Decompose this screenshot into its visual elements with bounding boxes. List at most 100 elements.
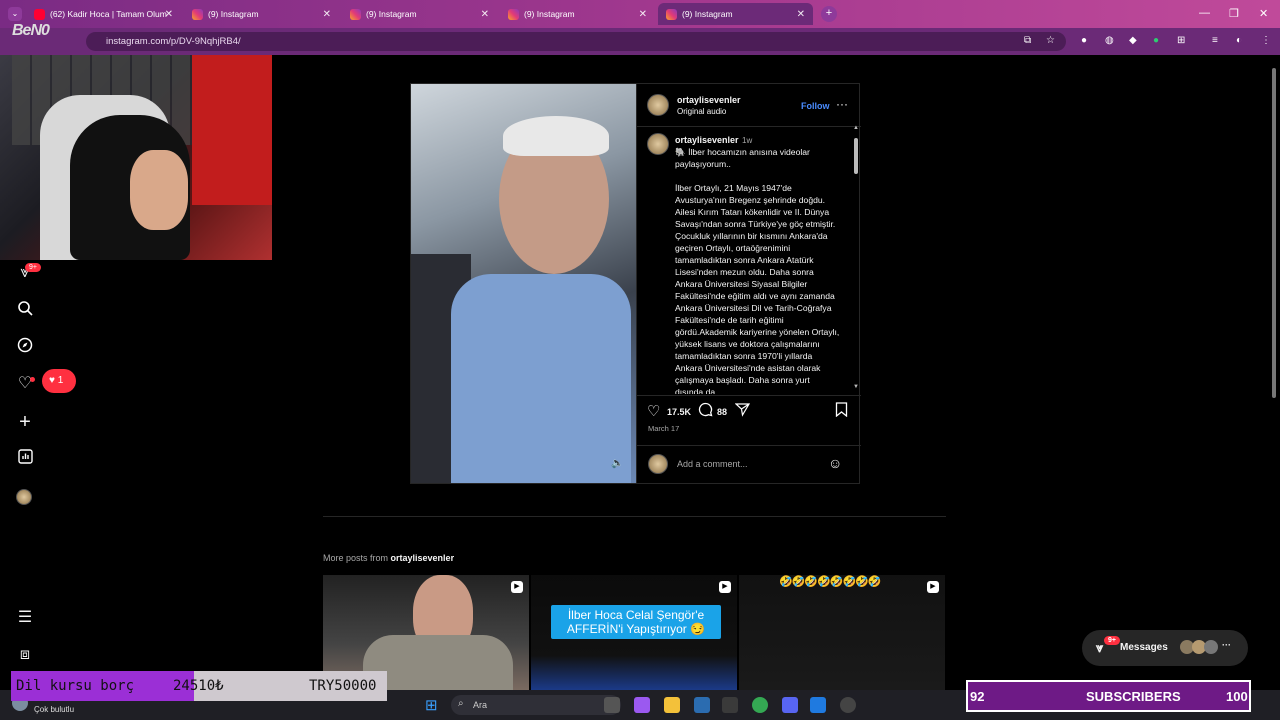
comment-bar: Add a comment... ☺ bbox=[637, 445, 861, 483]
post-caption: 🐘 İlber hocamızın anısına videolar payla… bbox=[675, 147, 840, 394]
comment-icon[interactable] bbox=[698, 402, 713, 419]
task-view-icon[interactable] bbox=[604, 697, 620, 713]
close-icon[interactable]: ✕ bbox=[639, 9, 647, 20]
tab-instagram-1[interactable]: (9) Instagram ✕ bbox=[184, 3, 339, 25]
store-icon[interactable] bbox=[694, 697, 710, 713]
close-icon[interactable]: ✕ bbox=[481, 9, 489, 20]
scroll-thumb[interactable] bbox=[854, 138, 858, 174]
cast-icon[interactable]: ⧉ bbox=[1024, 35, 1031, 46]
tab-instagram-3[interactable]: (9) Instagram ✕ bbox=[500, 3, 655, 25]
taskbar-search[interactable]: ⌕ Ara bbox=[451, 695, 621, 715]
extension-icon[interactable]: ◆ bbox=[1129, 35, 1137, 46]
more-posts-user[interactable]: ortaylisevenler bbox=[391, 553, 455, 563]
goal-current: 24510₺ bbox=[173, 678, 224, 694]
profile-avatar[interactable] bbox=[16, 489, 32, 505]
instagram-icon bbox=[350, 8, 361, 20]
extensions-puzzle-icon[interactable]: ⊞ bbox=[1177, 35, 1185, 46]
tab-search-button[interactable]: ⌄ bbox=[8, 7, 22, 21]
url-field[interactable]: instagram.com/p/DV-9NqhjRB4/ bbox=[86, 32, 1066, 51]
caption-username[interactable]: ortaylisevenler bbox=[675, 135, 739, 145]
save-bookmark-icon[interactable] bbox=[835, 402, 848, 419]
media-icon[interactable]: ≡ bbox=[1212, 35, 1218, 46]
page-scroll-thumb[interactable] bbox=[1272, 68, 1276, 398]
more-options-icon[interactable]: ··· bbox=[836, 97, 848, 111]
more-dots-icon: ··· bbox=[1222, 640, 1231, 650]
menu-kebab-icon[interactable]: ⋮ bbox=[1261, 35, 1271, 46]
reel-icon: ▶ bbox=[511, 581, 523, 593]
author-username[interactable]: ortaylisevenler bbox=[677, 95, 741, 105]
more-post-thumb-2[interactable]: İlber Hoca Celal Şengör'e AFFERİN'i Yapı… bbox=[531, 575, 737, 690]
comment-count: 88 bbox=[717, 407, 728, 417]
more-post-thumb-3[interactable]: 🤣🤣🤣🤣🤣🤣🤣🤣 ▶ bbox=[739, 575, 945, 690]
post-video[interactable]: 🔈 bbox=[411, 84, 636, 483]
start-icon[interactable]: ⊞ bbox=[425, 696, 438, 714]
also-from-meta-icon[interactable]: ⧈ bbox=[15, 645, 35, 665]
donation-goal-bar: Dil kursu borç 24510₺ TRY50000 bbox=[11, 671, 387, 701]
tab-label: (9) Instagram bbox=[524, 9, 575, 19]
file-explorer-icon[interactable] bbox=[664, 697, 680, 713]
audio-label[interactable]: Original audio bbox=[677, 107, 726, 116]
scroll-down-arrow-icon[interactable]: ▼ bbox=[853, 384, 859, 390]
my-avatar bbox=[648, 454, 668, 474]
copilot-icon[interactable] bbox=[634, 697, 650, 713]
post-time-ago: 1w bbox=[742, 136, 753, 145]
dashboard-svg bbox=[17, 449, 33, 464]
create-icon[interactable]: + bbox=[15, 412, 35, 432]
chrome-icon[interactable] bbox=[752, 697, 768, 713]
comment-input[interactable]: Add a comment... bbox=[677, 459, 748, 469]
volume-icon[interactable]: 🔈 bbox=[611, 458, 623, 469]
bookmark-svg bbox=[835, 402, 848, 418]
post-actions: ♡ 17.5K 88 bbox=[647, 402, 852, 422]
extension-icon[interactable]: ◍ bbox=[1105, 35, 1114, 46]
profile-icon[interactable]: ◐ bbox=[1236, 35, 1242, 46]
like-heart-icon[interactable]: ♡ bbox=[647, 402, 660, 420]
messages-label: Messages bbox=[1120, 642, 1168, 653]
discord-icon[interactable] bbox=[782, 697, 798, 713]
explore-icon[interactable] bbox=[15, 337, 35, 357]
scroll-up-arrow-icon[interactable]: ▲ bbox=[853, 125, 859, 131]
new-tab-button[interactable]: + bbox=[821, 6, 837, 22]
more-posts-heading: More posts from ortaylisevenler bbox=[323, 553, 454, 563]
goal-label: Dil kursu borç bbox=[16, 678, 135, 694]
cam-face bbox=[130, 150, 188, 230]
tab-instagram-2[interactable]: (9) Instagram ✕ bbox=[342, 3, 497, 25]
subs-label: SUBSCRIBERS bbox=[1086, 689, 1181, 704]
subs-count: 92 bbox=[970, 689, 985, 704]
extension-icon[interactable]: ● bbox=[1153, 35, 1159, 46]
messages-badge: 9+ bbox=[1104, 636, 1120, 645]
webcam-overlay bbox=[0, 55, 272, 260]
app-icon[interactable] bbox=[810, 697, 826, 713]
compass-svg bbox=[17, 337, 33, 353]
tab-instagram-active[interactable]: (9) Instagram ✕ bbox=[658, 3, 813, 25]
close-icon[interactable]: ✕ bbox=[797, 9, 805, 20]
tab-label: (9) Instagram bbox=[208, 9, 259, 19]
caption-scrollbar[interactable]: ▲ ▼ bbox=[852, 125, 860, 393]
search-icon[interactable] bbox=[15, 300, 35, 320]
obs-icon[interactable] bbox=[840, 697, 856, 713]
more-posts-prefix: More posts from bbox=[323, 553, 391, 563]
tab-youtube[interactable]: (62) Kadir Hoca | Tamam Olum ✕ bbox=[26, 3, 181, 25]
share-icon[interactable] bbox=[734, 402, 751, 419]
more-menu-icon[interactable]: ☰ bbox=[15, 608, 35, 628]
tab-label: (62) Kadir Hoca | Tamam Olum bbox=[50, 9, 167, 19]
notification-dot bbox=[30, 377, 35, 382]
close-icon[interactable]: ✕ bbox=[165, 9, 173, 20]
extension-icon[interactable]: ● bbox=[1081, 35, 1087, 46]
minimize-icon[interactable]: — bbox=[1199, 7, 1210, 19]
maximize-icon[interactable]: ❐ bbox=[1229, 7, 1239, 20]
bookmark-star-icon[interactable]: ☆ bbox=[1046, 35, 1055, 46]
emoji-icon[interactable]: ☺ bbox=[828, 455, 842, 471]
post-sidebar: ortaylisevenler Original audio Follow ··… bbox=[636, 84, 861, 483]
app-icon[interactable] bbox=[722, 697, 738, 713]
share-svg bbox=[734, 403, 751, 417]
window-close-icon[interactable]: ✕ bbox=[1259, 7, 1268, 20]
likes-notification-bubble[interactable]: ♥ 1 bbox=[42, 369, 76, 393]
close-icon[interactable]: ✕ bbox=[323, 9, 331, 20]
caption-avatar[interactable] bbox=[647, 133, 669, 155]
reel-icon: ▶ bbox=[927, 581, 939, 593]
follow-button[interactable]: Follow bbox=[801, 101, 830, 111]
messages-button[interactable]: ⩔ 9+ Messages ··· bbox=[1082, 630, 1248, 666]
author-avatar[interactable] bbox=[647, 94, 669, 116]
dashboard-icon[interactable] bbox=[15, 449, 35, 469]
page-scrollbar[interactable] bbox=[1270, 58, 1278, 688]
